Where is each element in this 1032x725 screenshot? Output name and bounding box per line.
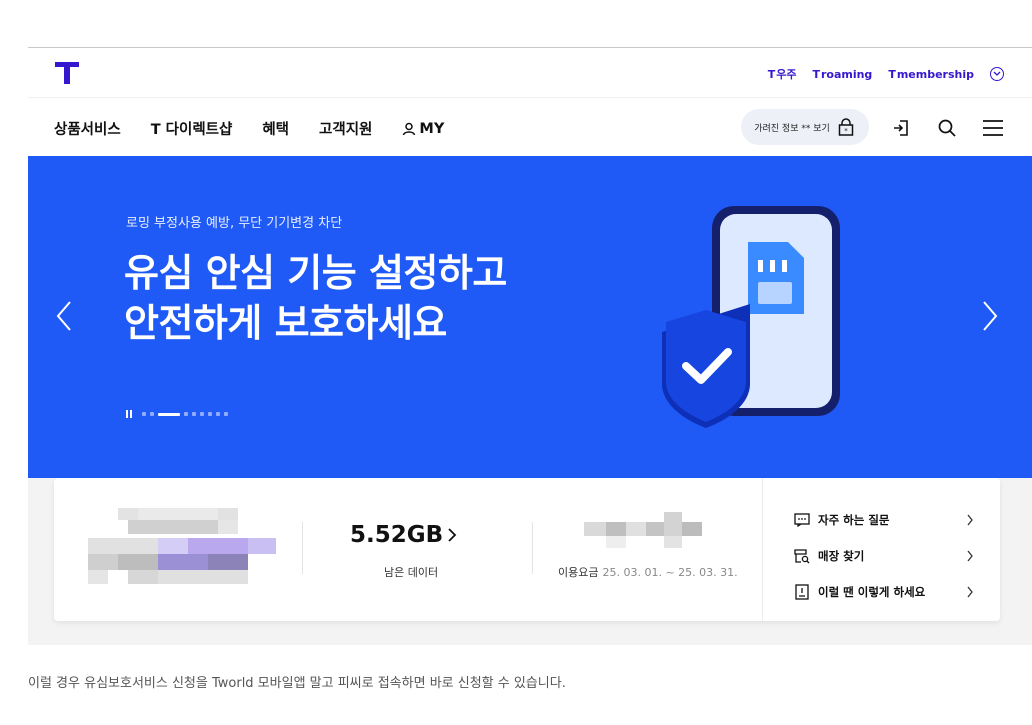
chevron-right-icon xyxy=(967,514,973,526)
show-masked-info-button[interactable]: 가려진 정보 ** 보기 * xyxy=(741,109,869,145)
link-faq-label: 자주 하는 질문 xyxy=(818,513,890,527)
phone-shield-illustration xyxy=(662,206,840,428)
link-faq[interactable]: 자주 하는 질문 xyxy=(794,502,974,538)
slide-dot[interactable] xyxy=(150,412,154,416)
utility-bar: T우주 Troaming Tmembership xyxy=(28,48,1032,98)
hero-banner[interactable]: 로밍 부정사용 예방, 무단 기기변경 차단 유심 안심 기능 설정하고 안전하… xyxy=(28,156,1032,478)
hero-title-line2: 안전하게 보호하세요 xyxy=(124,301,447,345)
slide-dot[interactable] xyxy=(208,412,212,416)
hero-subtitle: 로밍 부정사용 예방, 무단 기기변경 차단 xyxy=(126,216,343,231)
store-search-icon xyxy=(794,548,810,564)
slide-dot[interactable] xyxy=(216,412,220,416)
lock-icon: * xyxy=(838,118,854,136)
masked-user-info xyxy=(88,508,276,584)
util-link-universe[interactable]: T우주 xyxy=(768,66,797,82)
nav-products-services[interactable]: 상품서비스 xyxy=(54,118,121,139)
fee-label: 이용요금 xyxy=(558,566,599,579)
hero-title-line1: 유심 안심 기능 설정하고 xyxy=(124,251,507,295)
guide-icon xyxy=(794,584,810,600)
chevron-down-icon[interactable] xyxy=(990,67,1004,81)
masked-fee-amount xyxy=(584,512,702,548)
fee-info: 이용요금 25. 03. 01. ~ 25. 03. 31. xyxy=(558,564,738,580)
show-masked-info-label: 가려진 정보 ** 보기 xyxy=(754,123,830,134)
link-troubleshooting-label: 이럴 땐 이렇게 하세요 xyxy=(818,585,926,599)
tworld-logo[interactable] xyxy=(54,60,80,86)
next-slide-icon[interactable] xyxy=(978,299,1002,333)
slide-dot[interactable] xyxy=(200,412,204,416)
chevron-right-icon xyxy=(967,586,973,598)
slide-dot[interactable] xyxy=(192,412,196,416)
login-icon[interactable] xyxy=(888,115,914,141)
fee-period: 25. 03. 01. ~ 25. 03. 31. xyxy=(602,566,738,579)
slide-dot[interactable] xyxy=(184,412,188,416)
chat-icon xyxy=(794,512,810,528)
link-troubleshooting[interactable]: 이럴 땐 이렇게 하세요 xyxy=(794,574,974,610)
hero-title: 유심 안심 기능 설정하고 안전하게 보호하세요 xyxy=(124,248,507,348)
slide-dot[interactable] xyxy=(142,412,146,416)
remaining-data-link[interactable]: 5.52GB xyxy=(350,522,457,548)
divider xyxy=(532,522,533,574)
svg-text:*: * xyxy=(844,127,848,135)
slide-dot[interactable] xyxy=(224,412,228,416)
chevron-right-icon xyxy=(448,528,457,542)
main-navigation: 상품서비스 T 다이렉트샵 혜택 고객지원 MY 가려진 정보 ** 보기 * xyxy=(28,98,1032,156)
remaining-data-value: 5.52GB xyxy=(350,522,444,548)
utility-links: T우주 Troaming Tmembership xyxy=(768,66,1004,82)
chevron-right-icon xyxy=(967,550,973,562)
slide-indicator xyxy=(126,410,228,418)
person-icon xyxy=(403,122,416,135)
nav-benefits[interactable]: 혜택 xyxy=(262,118,289,139)
my-info-card: 5.52GB 남은 데이터 이용요금 25. 03. 01. ~ 25. 03. … xyxy=(54,478,1000,621)
pause-icon[interactable] xyxy=(126,410,132,418)
link-store-finder-label: 매장 찾기 xyxy=(818,549,865,563)
prev-slide-icon[interactable] xyxy=(52,299,76,333)
quick-links: 자주 하는 질문 매장 찾기 이럴 땐 이렇게 하세요 xyxy=(794,502,974,610)
nav-my-label: MY xyxy=(419,120,445,137)
util-link-roaming[interactable]: Troaming xyxy=(812,68,872,81)
search-icon[interactable] xyxy=(934,115,960,141)
nav-customer-support[interactable]: 고객지원 xyxy=(319,118,372,139)
divider xyxy=(762,478,763,621)
menu-icon[interactable] xyxy=(980,115,1006,141)
nav-my[interactable]: MY xyxy=(402,118,444,139)
link-store-finder[interactable]: 매장 찾기 xyxy=(794,538,974,574)
browser-frame: T우주 Troaming Tmembership 상품서비스 T 다이렉트샵 혜… xyxy=(28,47,1032,645)
nav-t-direct-shop[interactable]: T 다이렉트샵 xyxy=(151,118,233,139)
screenshot-caption: 이럴 경우 유심보호서비스 신청을 Tworld 모바일앱 말고 피씨로 접속하… xyxy=(28,676,566,691)
divider xyxy=(302,522,303,574)
remaining-data-label: 남은 데이터 xyxy=(384,566,439,579)
slide-dot-active[interactable] xyxy=(158,412,180,416)
util-link-membership[interactable]: Tmembership xyxy=(888,68,974,81)
